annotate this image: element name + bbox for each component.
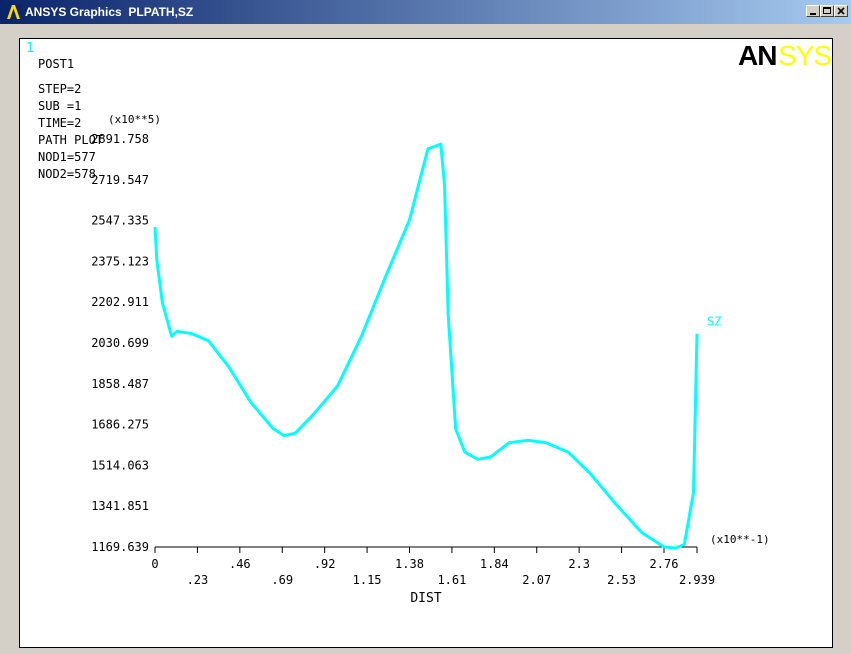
graphics-canvas[interactable]: 1 AN SYS POST1 STEP=2 SUB =1 TIME=2 PATH… — [19, 38, 833, 648]
minimize-button[interactable] — [806, 5, 820, 17]
y-tick-label: 1858.487 — [91, 377, 149, 391]
maximize-button[interactable] — [820, 5, 834, 17]
y-tick-label: 1686.275 — [91, 418, 149, 432]
ansys-logo: AN SYS — [738, 40, 832, 71]
x-tick-label: .46 — [229, 557, 251, 571]
series-label-sz: SZ — [707, 315, 721, 329]
path-plot-chart: 1 AN SYS POST1 STEP=2 SUB =1 TIME=2 PATH… — [26, 40, 832, 606]
y-tick-label: 1341.851 — [91, 499, 149, 513]
ansys-logo-icon — [5, 4, 21, 20]
x-axis-label: DIST — [410, 591, 441, 606]
x-tick-label: .92 — [314, 557, 336, 571]
y-tick-label: 2202.911 — [91, 295, 149, 309]
info-line: NOD2=578 — [38, 167, 96, 181]
close-button[interactable] — [834, 5, 848, 17]
x-tick-label: 1.84 — [480, 557, 509, 571]
info-line: NOD1=577 — [38, 150, 96, 164]
info-block: POST1 STEP=2 SUB =1 TIME=2 PATH PLOT NOD… — [38, 57, 103, 181]
x-tick-label: 2.939 — [679, 573, 715, 587]
x-axis-ticks: 0 .46 .92 1.38 1.84 2.3 2.76 .23 .69 1.15 1.61 2.07… — [151, 547, 715, 587]
maximize-icon — [823, 7, 831, 14]
x-tick-label: 1.61 — [437, 573, 466, 587]
info-line: TIME=2 — [38, 116, 81, 130]
x-tick-label: 2.3 — [568, 557, 590, 571]
info-line: SUB =1 — [38, 99, 81, 113]
x-tick-label: 2.07 — [522, 573, 551, 587]
x-tick-label: 2.53 — [607, 573, 636, 587]
x-tick-label: 0 — [151, 557, 158, 571]
y-tick-label: 2375.123 — [91, 254, 149, 268]
y-tick-label: 2891.758 — [91, 132, 149, 146]
x-tick-label: 1.15 — [353, 573, 382, 587]
series-line-sz — [153, 142, 699, 550]
x-tick-label: .23 — [187, 573, 209, 587]
x-tick-label: .69 — [271, 573, 293, 587]
y-tick-label: 1169.639 — [91, 540, 149, 554]
window-number: 1 — [26, 41, 34, 56]
y-tick-label: 2719.547 — [91, 173, 149, 187]
x-tick-label: 1.38 — [395, 557, 424, 571]
minimize-icon — [810, 13, 816, 15]
info-line: STEP=2 — [38, 82, 81, 96]
y-tick-label: 1514.063 — [91, 458, 149, 472]
graphics-client-area: 1 AN SYS POST1 STEP=2 SUB =1 TIME=2 PATH… — [0, 24, 851, 654]
title-bar[interactable]: ANSYS Graphics PLPATH,SZ — [0, 0, 851, 24]
logo-sys: SYS — [778, 40, 831, 71]
window-title: ANSYS Graphics PLPATH,SZ — [25, 5, 194, 19]
close-icon — [837, 7, 845, 15]
y-tick-labels: 1169.639 1341.851 1514.063 1686.275 1858.487… — [91, 132, 149, 554]
y-multiplier: (x10**5) — [108, 113, 161, 126]
y-tick-label: 2547.335 — [91, 214, 149, 228]
y-tick-label: 2030.699 — [91, 336, 149, 350]
info-line: POST1 — [38, 57, 74, 71]
x-multiplier: (x10**-1) — [710, 533, 770, 546]
x-tick-label: 2.76 — [650, 557, 679, 571]
logo-an: AN — [738, 40, 776, 71]
